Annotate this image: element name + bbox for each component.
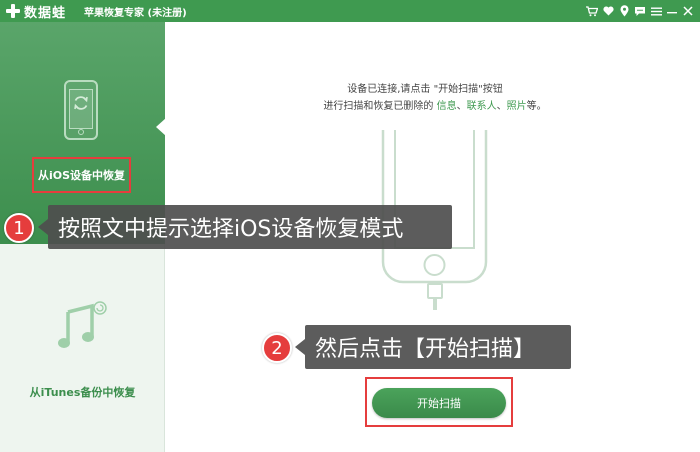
close-icon[interactable] bbox=[682, 5, 694, 17]
heart-icon[interactable] bbox=[602, 5, 614, 17]
step-number-badge: 2 bbox=[262, 333, 292, 363]
sidebar-item-label: 从iOS设备中恢复 bbox=[37, 169, 126, 182]
music-note-icon bbox=[58, 301, 107, 348]
step-number-badge: 1 bbox=[4, 213, 34, 243]
brand-name: 数据蛙 bbox=[24, 5, 67, 21]
cart-icon[interactable] bbox=[586, 5, 598, 17]
instruction-line-1: 设备已连接,请点击 "开始扫描"按钮 bbox=[347, 84, 503, 95]
link-photos[interactable]: 照片 bbox=[507, 101, 527, 112]
minimize-icon[interactable] bbox=[666, 5, 678, 17]
annotation-arrow bbox=[295, 339, 305, 355]
app-title: 苹果恢复专家 (未注册) bbox=[84, 7, 187, 19]
link-contacts[interactable]: 联系人 bbox=[467, 101, 497, 112]
chat-icon[interactable] bbox=[634, 5, 646, 17]
annotation-text: 然后点击【开始扫描】 bbox=[315, 337, 536, 362]
iphone-refresh-icon bbox=[64, 80, 98, 140]
title-bar-controls bbox=[586, 0, 694, 22]
instruction-line-2: 进行扫描和恢复已删除的 信息、联系人、照片等。 bbox=[323, 101, 547, 112]
link-messages[interactable]: 信息 bbox=[437, 101, 457, 112]
active-indicator bbox=[156, 118, 166, 136]
annotation-arrow bbox=[38, 219, 48, 235]
menu-icon[interactable] bbox=[650, 5, 662, 17]
annotation-step-2: 然后点击【开始扫描】 bbox=[305, 325, 571, 369]
start-scan-button[interactable]: 开始扫描 bbox=[372, 388, 506, 418]
title-bar: 数据蛙 苹果恢复专家 (未注册) bbox=[0, 0, 700, 22]
sidebar-item-label: 从iTunes备份中恢复 bbox=[29, 386, 136, 399]
plus-logo-icon bbox=[6, 4, 20, 18]
location-icon[interactable] bbox=[618, 5, 630, 17]
ios-option-highlight: 从iOS设备中恢复 bbox=[32, 157, 131, 193]
annotation-step-1: 按照文中提示选择iOS设备恢复模式 bbox=[48, 205, 452, 249]
annotation-text: 按照文中提示选择iOS设备恢复模式 bbox=[58, 217, 404, 242]
app-logo: 数据蛙 bbox=[6, 2, 66, 21]
usb-cable-icon bbox=[427, 283, 443, 310]
